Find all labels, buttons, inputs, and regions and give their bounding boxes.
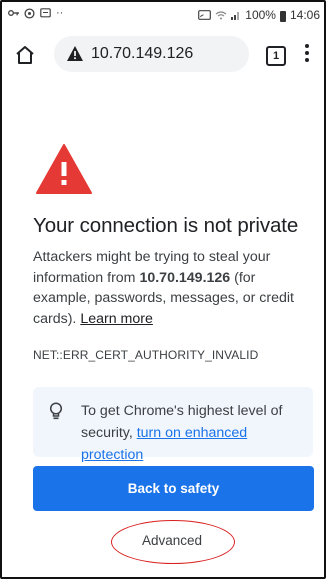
browser-toolbar: 10.70.149.126 1 (2, 30, 324, 78)
hotspot-icon (24, 7, 35, 19)
desc-host: 10.70.149.126 (139, 269, 231, 286)
signal-icon (231, 12, 240, 20)
status-left-icons: ·· (8, 7, 63, 19)
learn-more-link[interactable]: Learn more (80, 311, 153, 327)
lightbulb-icon (49, 402, 63, 420)
home-icon[interactable] (14, 44, 36, 66)
warning-description: Attackers might be trying to steal your … (33, 247, 303, 329)
back-to-safety-button[interactable]: Back to safety (33, 466, 314, 511)
address-bar[interactable]: 10.70.149.126 (54, 36, 249, 72)
url-text[interactable]: 10.70.149.126 (91, 45, 193, 63)
status-bar: ·· 100% 14:06 (2, 2, 324, 28)
cast-icon (198, 10, 212, 20)
battery-percent: 100% (245, 8, 276, 22)
advanced-button[interactable]: Advanced (112, 526, 232, 556)
tab-switcher-button[interactable]: 1 (266, 46, 286, 66)
page-title: Your connection is not private (33, 214, 299, 237)
key-icon (8, 10, 19, 16)
browser-window: ·· 100% 14:06 10.70.149.126 1 Your conne… (0, 0, 326, 579)
wifi-icon (215, 11, 227, 20)
message-icon (40, 7, 51, 17)
battery-icon (279, 10, 286, 22)
enhanced-protection-tip: To get Chrome's highest level of securit… (33, 387, 313, 463)
more-options-icon[interactable] (304, 42, 310, 66)
error-code: NET::ERR_CERT_AUTHORITY_INVALID (33, 348, 259, 362)
more-dots-icon: ·· (56, 7, 64, 19)
clock: 14:06 (289, 8, 320, 22)
tip-text: To get Chrome's highest level of securit… (81, 400, 306, 466)
warning-triangle-icon (36, 144, 92, 194)
status-right: 100% 14:06 (198, 8, 320, 22)
not-secure-warning-icon[interactable] (66, 45, 84, 62)
